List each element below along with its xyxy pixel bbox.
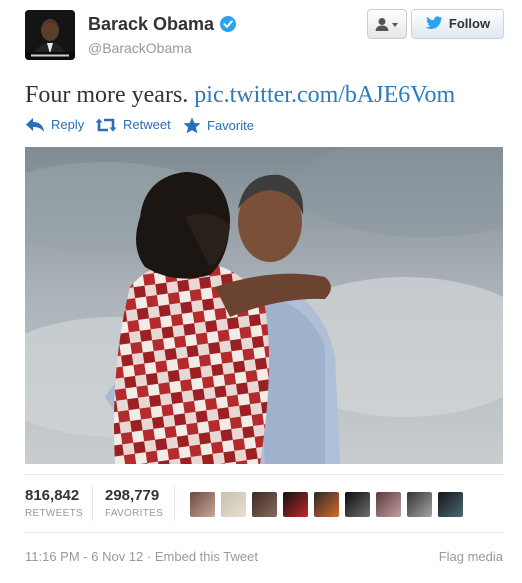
user-handle[interactable]: @BarackObama xyxy=(88,40,192,56)
favorites-label[interactable]: FAVORITES xyxy=(105,508,163,519)
user-dropdown-button[interactable] xyxy=(367,9,407,39)
favoriter-avatar[interactable] xyxy=(407,492,432,517)
retweet-action[interactable]: Retweet xyxy=(95,117,171,133)
favoriter-avatar[interactable] xyxy=(221,492,246,517)
reply-label[interactable]: Reply xyxy=(51,117,84,132)
follow-label[interactable]: Follow xyxy=(449,16,490,31)
tweet-header: Barack Obama @BarackObama Follow xyxy=(0,0,522,72)
favoriter-avatar[interactable] xyxy=(438,492,463,517)
favorites-count[interactable]: 298,779 xyxy=(105,487,163,504)
favoriter-avatar[interactable] xyxy=(252,492,277,517)
favoriter-avatar[interactable] xyxy=(376,492,401,517)
reply-action[interactable]: Reply xyxy=(25,117,84,133)
stats-divider-top xyxy=(25,474,503,475)
favorites-stat[interactable]: 298,779 FAVORITES xyxy=(105,487,163,519)
flag-media-link[interactable]: Flag media xyxy=(439,549,503,564)
favoriter-avatar[interactable] xyxy=(345,492,370,517)
embed-tweet-link[interactable]: Embed this Tweet xyxy=(155,549,258,564)
retweet-label[interactable]: Retweet xyxy=(123,117,171,132)
tweet-body: Four more years. xyxy=(25,82,189,108)
star-icon xyxy=(183,117,201,134)
tweet-media-link[interactable]: pic.twitter.com/bAJE6Vom xyxy=(194,82,455,108)
retweets-label[interactable]: RETWEETS xyxy=(25,508,83,519)
tweet-photo[interactable] xyxy=(25,147,503,464)
hug-photo-image xyxy=(25,147,503,464)
favoriter-avatar[interactable] xyxy=(283,492,308,517)
display-name-text[interactable]: Barack Obama xyxy=(88,14,214,34)
twitter-bird-icon xyxy=(425,13,443,41)
favorite-action[interactable]: Favorite xyxy=(183,117,254,134)
user-dropdown-icon xyxy=(375,18,398,31)
favoriter-avatar[interactable] xyxy=(190,492,215,517)
follow-button[interactable]: Follow xyxy=(411,9,504,39)
tweet-footer: 11:16 PM - 6 Nov 12 · Embed this Tweet xyxy=(25,549,258,564)
retweets-stat[interactable]: 816,842 RETWEETS xyxy=(25,487,83,519)
favorite-label[interactable]: Favorite xyxy=(207,118,254,133)
user-avatar[interactable] xyxy=(25,10,75,60)
tweet-text: Four more years. pic.twitter.com/bAJE6Vo… xyxy=(25,82,455,109)
tweet-timestamp[interactable]: 11:16 PM - 6 Nov 12 xyxy=(25,549,143,564)
verified-badge-icon xyxy=(220,16,237,32)
footer-separator: · xyxy=(146,549,152,564)
retweets-count[interactable]: 816,842 xyxy=(25,487,83,504)
favoriter-avatar[interactable] xyxy=(314,492,339,517)
display-name[interactable]: Barack Obama xyxy=(88,14,237,35)
stat-divider xyxy=(174,485,175,521)
stat-divider xyxy=(92,485,93,521)
retweet-icon xyxy=(95,118,117,132)
reply-arrow-icon xyxy=(26,118,44,132)
stats-divider-bottom xyxy=(25,532,503,533)
